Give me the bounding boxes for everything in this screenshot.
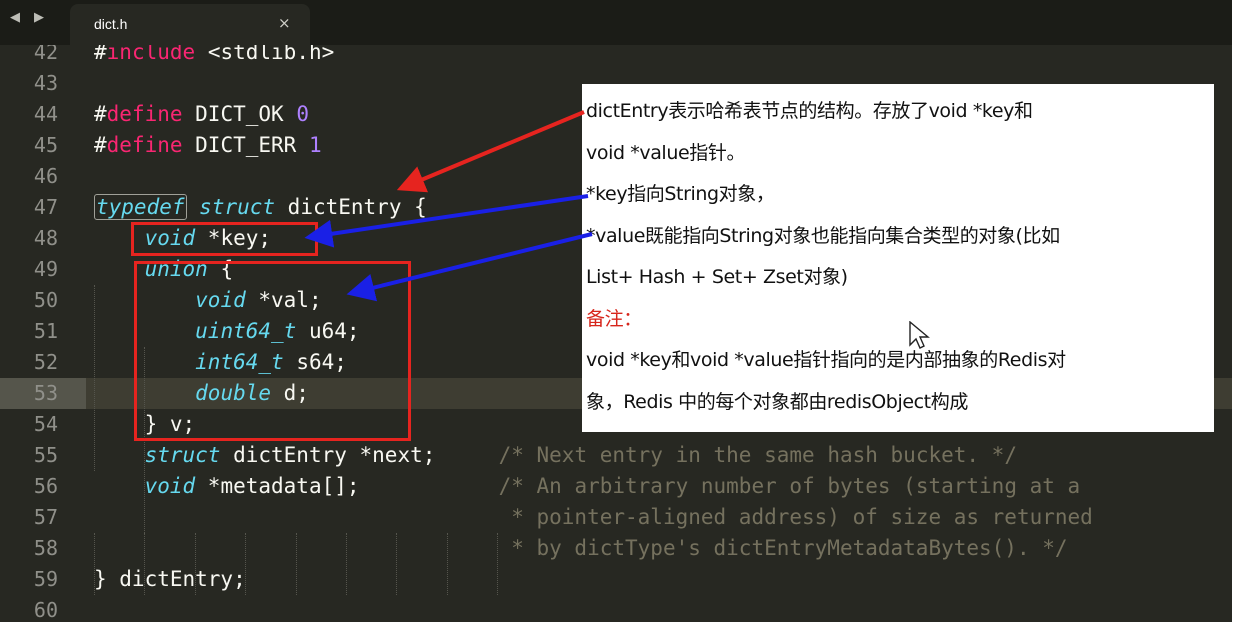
blue-arrow-value <box>346 232 593 302</box>
blue-arrow-key <box>304 194 589 248</box>
annotation-arrows <box>304 110 593 302</box>
red-arrow <box>396 110 585 193</box>
mouse-pointer-icon <box>909 321 930 349</box>
editor-window: ◀ ▶ dict.h × 42 #include <stdlib.h> 43 44 #d… <box>0 0 1232 622</box>
window-edge <box>1232 0 1240 622</box>
